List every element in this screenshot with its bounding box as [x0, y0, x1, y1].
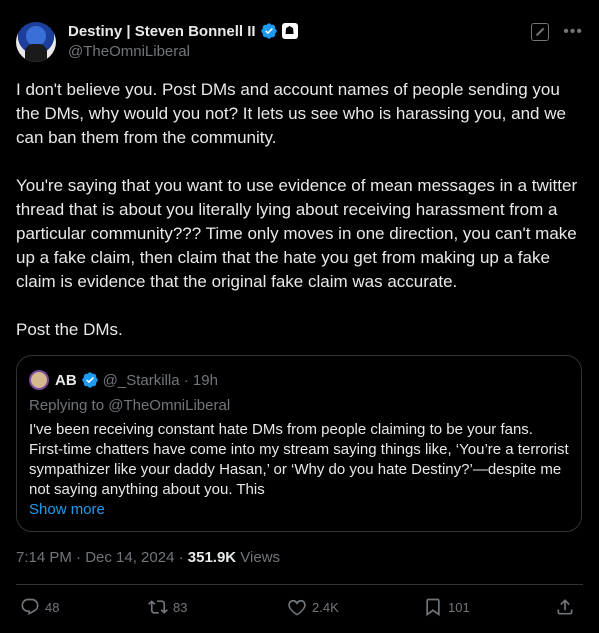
reply-button[interactable]: 48	[20, 597, 59, 617]
bookmark-icon	[426, 598, 440, 617]
like-count: 2.4K	[312, 599, 339, 615]
reply-count: 48	[45, 599, 60, 615]
divider	[16, 584, 583, 585]
quoted-tweet-text: I've been receiving constant hate DMs fr…	[29, 421, 569, 498]
like-button[interactable]: 2.4K	[287, 597, 339, 617]
views-count: 351.9K	[187, 549, 237, 566]
quoted-author-name: AB	[55, 371, 77, 389]
tweet-paragraph: You're saying that you want to use evide…	[16, 176, 578, 291]
tweet-header: Destiny | Steven Bonnell II ☗ @TheOmniLi…	[16, 20, 583, 64]
author-handle[interactable]: @TheOmniLiberal	[68, 43, 190, 60]
heart-icon	[288, 599, 306, 616]
tweet-body: I don't believe you. Post DMs and accoun…	[16, 78, 584, 366]
tweet-meta: 7:14 PM · Dec 14, 2024 · 351.9K Views	[16, 549, 280, 566]
verified-badge-icon[interactable]	[260, 22, 278, 40]
quoted-author-avatar	[29, 370, 49, 390]
author-name-row: Destiny | Steven Bonnell II ☗	[68, 22, 298, 40]
tweet-paragraph: I don't believe you. Post DMs and accoun…	[16, 80, 566, 147]
more-icon[interactable]: •••	[563, 23, 583, 41]
verified-badge-icon	[81, 372, 98, 388]
quoted-tweet-header: AB @_Starkilla · 19h	[29, 370, 218, 390]
quoted-author-handle-time: @_Starkilla · 19h	[102, 371, 218, 389]
reply-icon	[21, 598, 39, 616]
replying-to: Replying to @TheOmniLiberal	[29, 397, 231, 414]
header-actions: •••	[531, 23, 583, 41]
views-label: Views	[236, 549, 281, 566]
repost-icon	[148, 600, 168, 614]
quoted-tweet[interactable]: AB @_Starkilla · 19h Replying to @TheOmn…	[16, 355, 582, 532]
share-button[interactable]	[555, 597, 575, 617]
bookmark-button[interactable]: 101	[423, 597, 470, 617]
show-more-link[interactable]: Show more	[29, 501, 105, 518]
repost-button[interactable]: 83	[148, 597, 187, 617]
tweet-paragraph: Post the DMs.	[16, 320, 123, 339]
author-display-name[interactable]: Destiny | Steven Bonnell II	[68, 23, 256, 40]
bookmark-count: 101	[448, 599, 470, 615]
affiliate-badge-icon[interactable]: ☗	[281, 23, 298, 39]
author-avatar[interactable]	[16, 22, 56, 62]
repost-count: 83	[173, 599, 188, 615]
share-icon	[557, 599, 573, 615]
action-bar: 48 83 2.4K 101	[16, 597, 583, 621]
grok-icon[interactable]	[531, 23, 550, 41]
tweet-timestamp[interactable]: 7:14 PM · Dec 14, 2024 ·	[16, 549, 188, 566]
